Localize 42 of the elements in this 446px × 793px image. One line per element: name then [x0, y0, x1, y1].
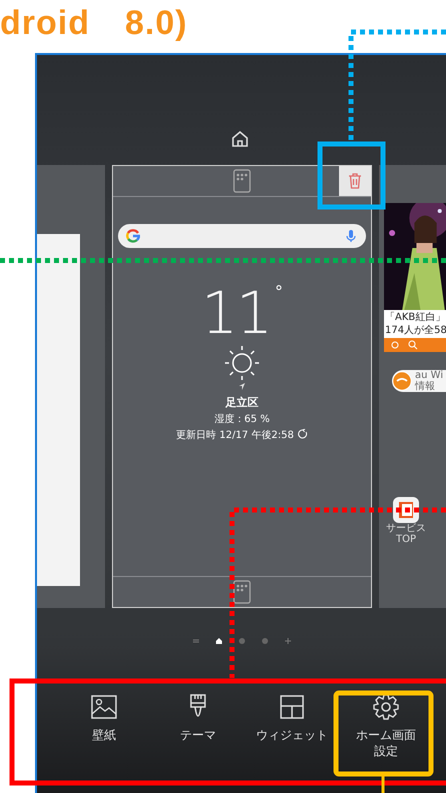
- mic-icon[interactable]: [346, 229, 356, 243]
- home-page-icon[interactable]: [214, 636, 222, 644]
- news-headline: 174人が全58: [385, 324, 446, 337]
- au-widget-text: 情報: [415, 381, 436, 392]
- app-label: TOP: [396, 534, 416, 545]
- updated-time: 更新日時 12/17 午後2:58: [176, 428, 294, 442]
- google-logo-icon: [126, 229, 140, 243]
- app-shortcut[interactable]: サービス TOP: [384, 497, 428, 545]
- apps-handle-icon[interactable]: [233, 169, 251, 193]
- au-logo-icon: [392, 371, 412, 391]
- search-icon[interactable]: [408, 340, 418, 350]
- location-label: 足立区: [226, 395, 258, 410]
- search-bar[interactable]: [118, 224, 366, 248]
- page-heading: droid 8.0): [0, 3, 188, 44]
- trash-icon: [348, 173, 362, 189]
- theme-button[interactable]: テーマ: [151, 689, 245, 763]
- degree-sign: °: [274, 282, 283, 302]
- settings-icon: [372, 693, 400, 721]
- page-preview[interactable]: 11° 足立区 湿度：65 % 更新日時 12/17 午後2:58: [112, 165, 372, 608]
- add-page-icon[interactable]: [284, 636, 292, 644]
- sun-icon: [223, 344, 261, 382]
- page-preview[interactable]: 「AKB紅白」 174人が全58 au Wi 情報 サービス TOP: [379, 165, 446, 608]
- delete-page-button[interactable]: [339, 166, 371, 196]
- page-preview[interactable]: [37, 165, 105, 608]
- news-headline: 「AKB紅白」: [385, 311, 446, 324]
- page-dot-icon[interactable]: [260, 636, 268, 644]
- home-icon[interactable]: [230, 129, 250, 149]
- page-list-icon[interactable]: [192, 636, 200, 644]
- refresh-icon[interactable]: [298, 429, 308, 439]
- au-widget[interactable]: au Wi 情報: [392, 370, 446, 392]
- page-dot-icon[interactable]: [238, 636, 246, 644]
- image-icon: [90, 693, 118, 721]
- widget-button[interactable]: ウィジェット: [245, 689, 339, 763]
- au-widget-text: au Wi: [415, 370, 444, 381]
- apps-handle-icon[interactable]: [233, 580, 251, 604]
- temperature: 11: [201, 282, 271, 344]
- widget-icon: [278, 693, 306, 721]
- wallpaper-button[interactable]: 壁紙: [57, 689, 151, 763]
- humidity-label: 湿度：65 %: [214, 412, 270, 426]
- news-widget[interactable]: 「AKB紅白」 174人が全58: [384, 203, 446, 352]
- app-label: サービス: [386, 523, 426, 534]
- location-icon: [238, 382, 246, 391]
